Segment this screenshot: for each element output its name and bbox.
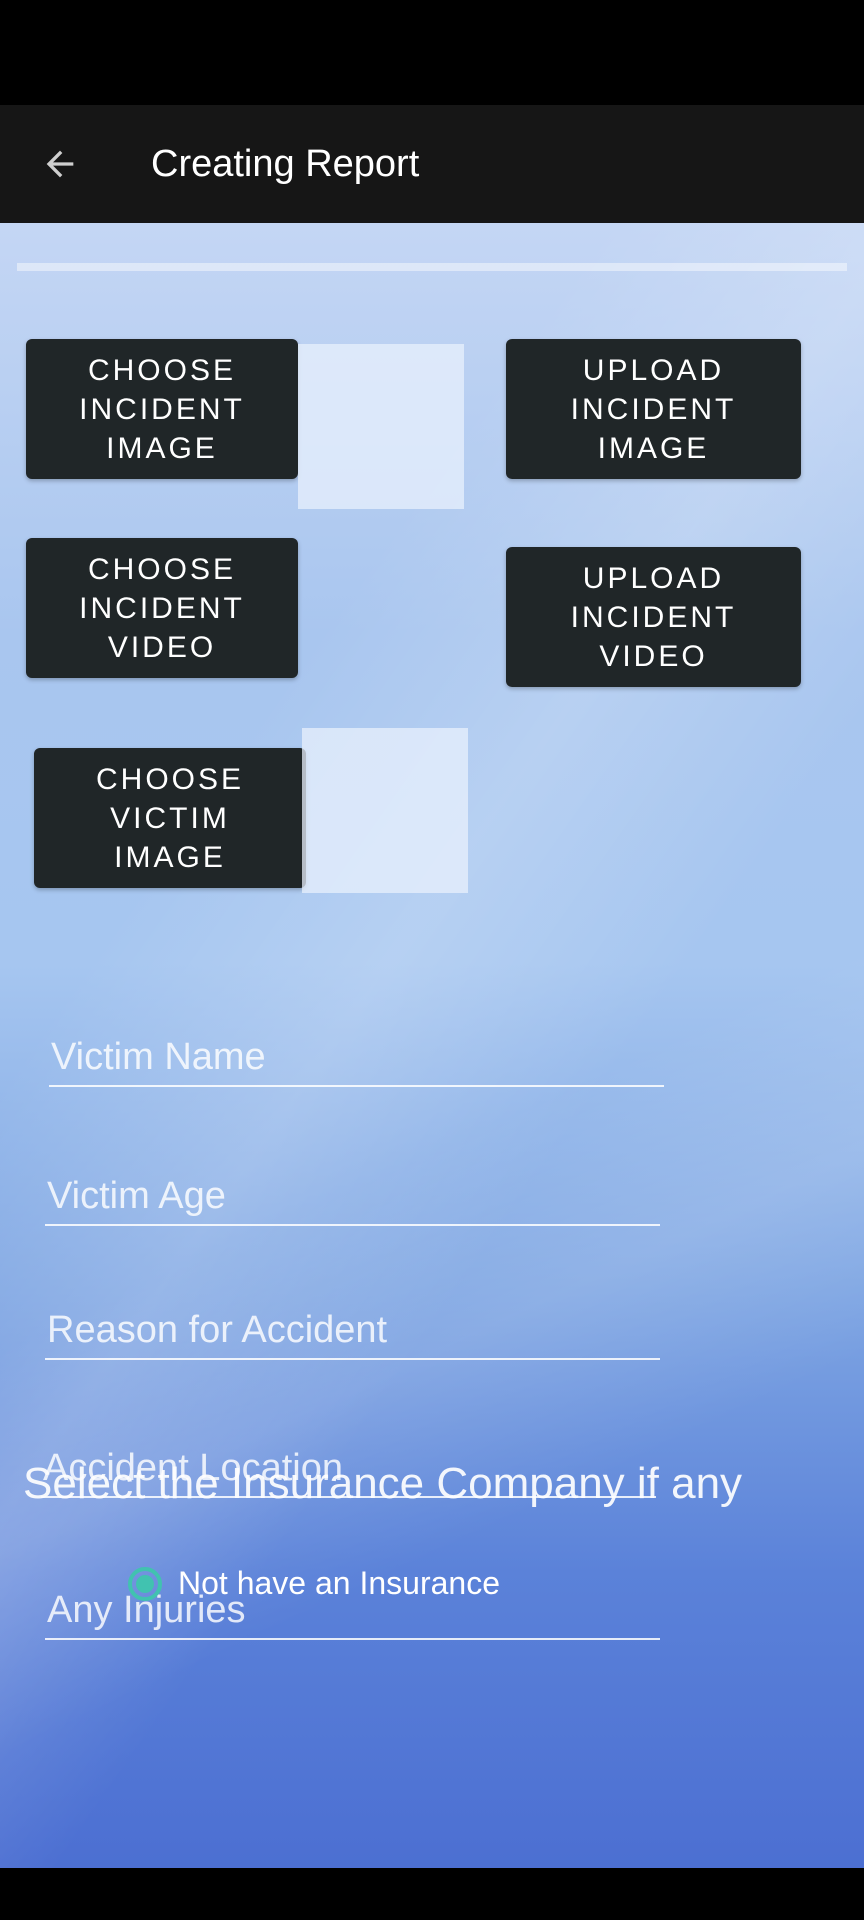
victim-image-preview (302, 728, 468, 893)
insurance-section-label: Select the Insurance Company if any (23, 1459, 743, 1508)
choose-incident-image-button[interactable]: CHOOSE INCIDENT IMAGE (26, 339, 298, 479)
insurance-option-none[interactable]: Not have an Insurance (128, 1565, 500, 1602)
upload-incident-video-button[interactable]: UPLOAD INCIDENT VIDEO (506, 547, 801, 687)
reason-field[interactable] (45, 1302, 664, 1360)
status-bar (0, 0, 864, 105)
page-title: Creating Report (151, 143, 420, 185)
victim-name-field[interactable] (49, 1029, 668, 1087)
choose-incident-video-button[interactable]: CHOOSE INCIDENT VIDEO (26, 538, 298, 678)
arrow-left-icon (46, 150, 74, 178)
back-button[interactable] (30, 129, 90, 199)
radio-selected-dot (136, 1574, 154, 1593)
reason-input[interactable] (45, 1302, 664, 1358)
radio-button[interactable] (128, 1566, 162, 1601)
victim-age-field[interactable] (45, 1168, 664, 1226)
progress-bar (17, 263, 847, 271)
report-form[interactable]: CHOOSE INCIDENT IMAGE UPLOAD INCIDENT IM… (0, 223, 864, 1868)
upload-incident-image-button[interactable]: UPLOAD INCIDENT IMAGE (506, 339, 801, 479)
victim-age-input[interactable] (45, 1168, 664, 1224)
incident-image-preview (298, 344, 464, 509)
system-nav-bar (0, 1868, 864, 1920)
app-bar: Creating Report (0, 105, 864, 223)
insurance-option-label: Not have an Insurance (178, 1565, 500, 1601)
victim-name-input[interactable] (49, 1029, 668, 1085)
choose-victim-image-button[interactable]: CHOOSE VICTIM IMAGE (34, 748, 306, 888)
